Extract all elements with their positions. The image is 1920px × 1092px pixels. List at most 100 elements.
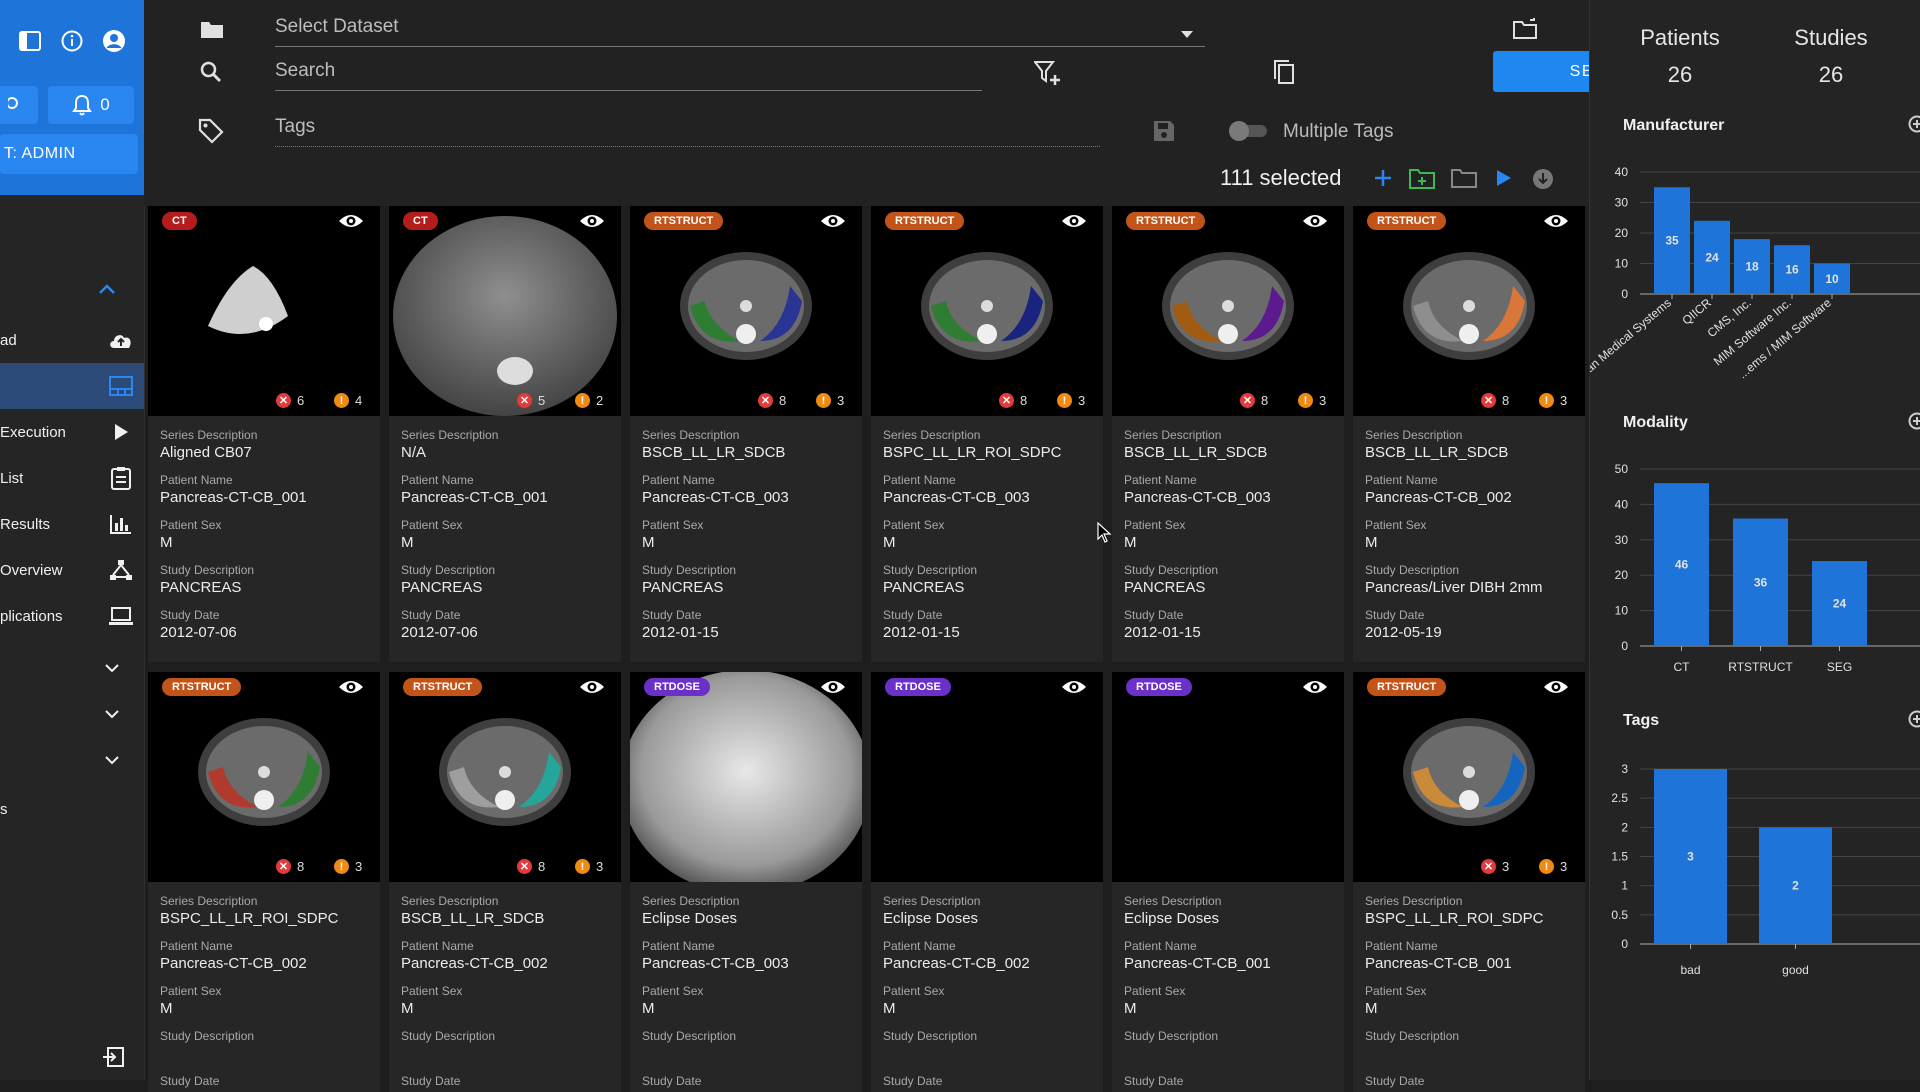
nav-item-browser[interactable] bbox=[0, 363, 144, 409]
eye-icon[interactable] bbox=[1061, 212, 1087, 235]
series-thumbnail[interactable]: RTSTRUCT✕8!3 bbox=[871, 206, 1103, 416]
study-date-label: Study Date bbox=[160, 1074, 375, 1088]
eye-icon[interactable] bbox=[579, 212, 605, 235]
eye-icon[interactable] bbox=[1543, 678, 1569, 701]
eye-icon[interactable] bbox=[1543, 212, 1569, 235]
eye-icon[interactable] bbox=[579, 678, 605, 701]
folder-outline-icon[interactable] bbox=[1451, 168, 1477, 193]
y-tick-label: 1 bbox=[1621, 879, 1628, 893]
series-card[interactable]: RTSTRUCT✕8!3Series DescriptionBSCB_LL_LR… bbox=[630, 206, 862, 662]
collapse-up-icon[interactable] bbox=[98, 282, 116, 300]
nav-item-list[interactable]: List bbox=[0, 455, 144, 501]
add-circle-icon[interactable] bbox=[1908, 710, 1920, 733]
error-count[interactable]: ✕8 bbox=[999, 393, 1027, 408]
series-thumbnail[interactable]: RTDOSE bbox=[1112, 672, 1344, 882]
eye-icon[interactable] bbox=[1061, 678, 1087, 701]
series-thumbnail[interactable]: RTDOSE bbox=[871, 672, 1103, 882]
add-to-collection-icon[interactable] bbox=[1409, 167, 1435, 194]
save-icon[interactable] bbox=[1153, 120, 1175, 147]
series-card[interactable]: RTSTRUCT✕8!3Series DescriptionBSCB_LL_LR… bbox=[389, 672, 621, 1092]
copy-icon[interactable] bbox=[1272, 59, 1296, 90]
notifications-button[interactable]: 0 bbox=[48, 86, 134, 124]
study-date-label: Study Date bbox=[642, 608, 857, 622]
series-card[interactable]: RTDOSESeries DescriptionEclipse DosesPat… bbox=[630, 672, 862, 1092]
nav-item-execution[interactable]: Execution bbox=[0, 409, 144, 455]
error-count[interactable]: ✕8 bbox=[758, 393, 786, 408]
tags-input[interactable]: Tags bbox=[275, 116, 1100, 147]
chevron-down-icon[interactable] bbox=[104, 706, 120, 724]
error-count[interactable]: ✕6 bbox=[276, 393, 304, 408]
error-count[interactable]: ✕5 bbox=[517, 393, 545, 408]
search-input[interactable]: Search bbox=[275, 60, 982, 91]
user-chip[interactable] bbox=[0, 86, 38, 124]
add-circle-icon[interactable] bbox=[1908, 412, 1920, 435]
series-card[interactable]: CT✕6!4Series DescriptionAligned CB07Pati… bbox=[148, 206, 380, 662]
series-card[interactable]: RTSTRUCT✕8!3Series DescriptionBSCB_LL_LR… bbox=[1353, 206, 1585, 662]
eye-icon[interactable] bbox=[1302, 678, 1328, 701]
modality-badge: CT bbox=[403, 212, 438, 230]
study-date-label: Study Date bbox=[883, 608, 1098, 622]
logout-icon[interactable] bbox=[102, 1047, 124, 1072]
warning-count[interactable]: !3 bbox=[1057, 393, 1085, 408]
series-card[interactable]: RTDOSESeries DescriptionEclipse DosesPat… bbox=[1112, 672, 1344, 1092]
dataset-select[interactable]: Select Dataset bbox=[275, 16, 1205, 47]
nav-item-applications[interactable]: plications bbox=[0, 593, 144, 639]
series-thumbnail[interactable]: RTSTRUCT✕8!3 bbox=[1112, 206, 1344, 416]
open-folder-icon[interactable] bbox=[1512, 18, 1540, 47]
nav-item-results[interactable]: Results bbox=[0, 501, 144, 547]
error-count[interactable]: ✕8 bbox=[1240, 393, 1268, 408]
modality-chart: 0102030405046CT36RTSTRUCT24SEG bbox=[1590, 455, 1920, 695]
run-icon[interactable] bbox=[1496, 169, 1512, 192]
patient-name-label: Patient Name bbox=[1124, 473, 1339, 487]
series-thumbnail[interactable]: CT✕6!4 bbox=[148, 206, 380, 416]
multiple-tags-toggle[interactable] bbox=[1229, 121, 1269, 141]
series-card[interactable]: RTSTRUCT✕8!3Series DescriptionBSCB_LL_LR… bbox=[1112, 206, 1344, 662]
eye-icon[interactable] bbox=[338, 678, 364, 701]
warning-count[interactable]: !3 bbox=[1539, 393, 1567, 408]
series-description-value: N/A bbox=[401, 442, 616, 473]
warning-count[interactable]: !3 bbox=[1539, 859, 1567, 874]
account-icon[interactable] bbox=[100, 27, 128, 55]
series-thumbnail[interactable]: RTSTRUCT✕8!3 bbox=[148, 672, 380, 882]
eye-icon[interactable] bbox=[338, 212, 364, 235]
warning-count[interactable]: !3 bbox=[1298, 393, 1326, 408]
add-circle-icon[interactable] bbox=[1908, 115, 1920, 138]
warning-count[interactable]: !2 bbox=[575, 393, 603, 408]
error-count[interactable]: ✕8 bbox=[517, 859, 545, 874]
add-filter-icon[interactable] bbox=[1034, 60, 1062, 91]
patient-sex-value: M bbox=[401, 532, 616, 563]
series-thumbnail[interactable]: CT ✕5 !2 bbox=[389, 206, 621, 416]
error-count[interactable]: ✕8 bbox=[276, 859, 304, 874]
study-description-label: Study Description bbox=[160, 1029, 375, 1043]
warning-count[interactable]: !3 bbox=[575, 859, 603, 874]
series-thumbnail[interactable]: RTSTRUCT✕8!3 bbox=[1353, 206, 1585, 416]
nav-item-overview[interactable]: Overview bbox=[0, 547, 144, 593]
error-count[interactable]: ✕8 bbox=[1481, 393, 1509, 408]
series-thumbnail[interactable]: RTSTRUCT✕3!3 bbox=[1353, 672, 1585, 882]
info-icon[interactable] bbox=[58, 27, 86, 55]
series-thumbnail[interactable]: RTSTRUCT✕8!3 bbox=[630, 206, 862, 416]
patient-sex-label: Patient Sex bbox=[1124, 518, 1339, 532]
series-card[interactable]: RTDOSESeries DescriptionEclipse DosesPat… bbox=[871, 672, 1103, 1092]
nav-item-upload[interactable]: ad bbox=[0, 317, 144, 363]
sidebar-toggle-icon[interactable] bbox=[16, 27, 44, 55]
warning-count[interactable]: !4 bbox=[334, 393, 362, 408]
series-thumbnail[interactable]: RTSTRUCT✕8!3 bbox=[389, 672, 621, 882]
role-indicator[interactable]: T: ADMIN bbox=[0, 134, 138, 174]
warning-count[interactable]: !3 bbox=[816, 393, 844, 408]
chevron-down-icon[interactable] bbox=[104, 752, 120, 770]
eye-icon[interactable] bbox=[820, 212, 846, 235]
series-thumbnail[interactable]: RTDOSE bbox=[630, 672, 862, 882]
download-icon[interactable] bbox=[1532, 168, 1554, 195]
eye-icon[interactable] bbox=[1302, 212, 1328, 235]
warning-count[interactable]: !3 bbox=[334, 859, 362, 874]
series-card[interactable]: RTSTRUCT✕3!3Series DescriptionBSPC_LL_LR… bbox=[1353, 672, 1585, 1092]
eye-icon[interactable] bbox=[820, 678, 846, 701]
add-icon[interactable] bbox=[1373, 168, 1393, 193]
error-count[interactable]: ✕3 bbox=[1481, 859, 1509, 874]
series-card[interactable]: RTSTRUCT✕8!3Series DescriptionBSPC_LL_LR… bbox=[871, 206, 1103, 662]
chevron-down-icon[interactable] bbox=[104, 660, 120, 678]
series-card[interactable]: RTSTRUCT✕8!3Series DescriptionBSPC_LL_LR… bbox=[148, 672, 380, 1092]
error-count-value: 8 bbox=[1261, 393, 1268, 408]
series-card[interactable]: CT✕5!2Series DescriptionN/APatient NameP… bbox=[389, 206, 621, 662]
